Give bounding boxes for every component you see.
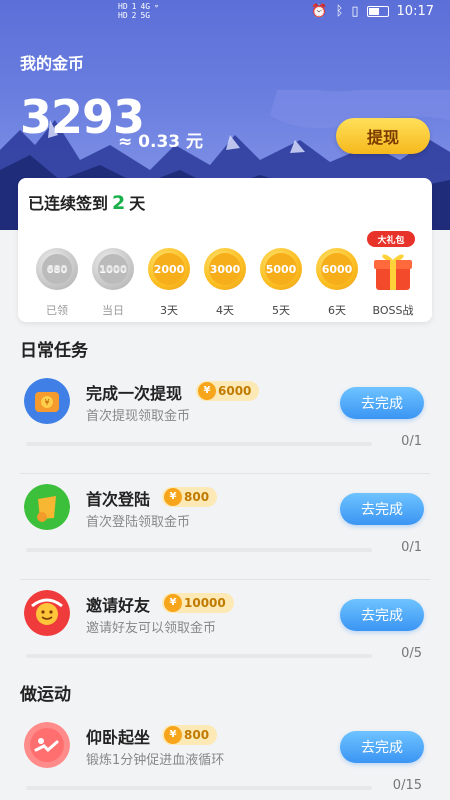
daily-tasks-heading: 日常任务: [20, 341, 88, 361]
battery-icon: [366, 6, 389, 17]
page-title: 我的金币: [20, 54, 85, 73]
reward-badge: ¥800: [162, 487, 218, 507]
gift-box-icon: [374, 254, 412, 290]
coin-icon: 2000: [148, 248, 190, 290]
coin-icon: 1000: [92, 248, 134, 290]
task-name: 完成一次提现: [86, 384, 183, 403]
day-value: 2000: [153, 253, 185, 285]
checkin-day-3[interactable]: 2000 3天: [147, 248, 191, 318]
situp-icon: [24, 722, 70, 768]
day-label: 4天: [216, 304, 234, 317]
day-label: 3天: [160, 304, 178, 317]
progress-count: 0/1: [401, 434, 422, 449]
day-value: 680: [42, 254, 72, 284]
day-value: 1000: [98, 254, 128, 284]
coin-icon: 6000: [316, 248, 358, 290]
status-bar: HD 1 4G ⌔ HD 2 5G ⏰ ᛒ ▯ 10:17: [0, 0, 450, 26]
reward-amount: 800: [184, 728, 210, 742]
task-desc: 首次提现领取金币: [86, 409, 191, 424]
progress-count: 0/1: [401, 540, 422, 555]
task-desc: 邀请好友可以领取金币: [86, 621, 217, 636]
network-indicators: HD 1 4G ⌔ HD 2 5G: [118, 2, 163, 20]
task-desc: 锻炼1分钟促进血液循环: [86, 753, 225, 768]
day-label: BOSS战: [372, 304, 414, 317]
day-value: 3000: [209, 253, 241, 285]
yen-coin-icon: ¥: [164, 726, 182, 744]
hd-icon-2: HD: [118, 11, 128, 20]
bluetooth-icon: ᛒ: [335, 4, 344, 19]
checkin-day-2[interactable]: 1000 当日: [91, 248, 135, 318]
day-label: 已领: [46, 304, 68, 317]
yen-coin-icon: ¥: [164, 488, 182, 506]
checkin-boss[interactable]: 大礼包 BOSS战: [367, 231, 417, 318]
login-icon: [24, 484, 70, 530]
progress-bar: [26, 654, 372, 658]
task-withdraw: ¥ 完成一次提现 ¥6000 首次提现领取金币 去完成 0/1: [20, 368, 430, 474]
task-desc: 首次登陆领取金币: [86, 515, 191, 530]
wifi-icon: ⌔: [154, 2, 159, 11]
day-label: 6天: [328, 304, 346, 317]
invite-icon: [24, 590, 70, 636]
complete-button[interactable]: 去完成: [340, 599, 424, 631]
complete-button[interactable]: 去完成: [340, 387, 424, 419]
checkin-suffix: 天: [129, 194, 146, 213]
day-value: 6000: [321, 253, 353, 285]
sim-1-icon: 1: [131, 2, 137, 11]
reward-amount: 6000: [218, 384, 252, 398]
complete-button[interactable]: 去完成: [340, 493, 424, 525]
checkin-day-6[interactable]: 6000 6天: [315, 248, 359, 318]
checkin-streak: 已连续签到 2 天: [28, 190, 145, 214]
vibrate-icon: ▯: [351, 4, 359, 19]
checkin-day-4[interactable]: 3000 4天: [203, 248, 247, 318]
streak-days: 2: [112, 192, 126, 214]
reward-amount: 10000: [184, 596, 226, 610]
task-invite-friends: 邀请好友 ¥10000 邀请好友可以领取金币 去完成 0/5: [20, 580, 430, 686]
withdraw-button[interactable]: 提现: [336, 118, 430, 154]
task-name: 首次登陆: [86, 490, 151, 509]
alarm-icon: ⏰: [311, 4, 328, 19]
sim-2-icon: 2: [131, 11, 137, 20]
checkin-prefix: 已连续签到: [28, 194, 109, 213]
checkin-day-5[interactable]: 5000 5天: [259, 248, 303, 318]
5g-icon: 5G: [140, 11, 151, 20]
reward-badge: ¥10000: [162, 593, 234, 613]
progress-bar: [26, 548, 372, 552]
task-situps: 仰卧起坐 ¥800 锻炼1分钟促进血液循环 去完成 0/15: [20, 712, 430, 800]
svg-text:¥: ¥: [44, 398, 49, 407]
hd-icon: HD: [118, 2, 128, 11]
progress-bar: [26, 442, 372, 446]
progress-bar: [26, 786, 372, 790]
complete-button[interactable]: 去完成: [340, 731, 424, 763]
task-name: 仰卧起坐: [86, 728, 151, 747]
progress-count: 0/5: [401, 646, 422, 661]
wallet-icon: ¥: [24, 378, 70, 424]
reward-amount: 800: [184, 490, 210, 504]
cash-equivalent: ≈ 0.33 元: [118, 132, 204, 152]
coin-icon: 3000: [204, 248, 246, 290]
reward-badge: ¥800: [162, 725, 218, 745]
checkin-card: 已连续签到 2 天 680 已领 1000 当日 2000 3天 3000 4天 5…: [18, 178, 432, 322]
task-name: 邀请好友: [86, 596, 151, 615]
reward-badge: ¥6000: [196, 381, 260, 401]
gift-badge: 大礼包: [367, 231, 415, 247]
coin-icon: 680: [36, 248, 78, 290]
exercise-heading: 做运动: [20, 685, 71, 705]
checkin-day-1[interactable]: 680 已领: [35, 248, 79, 318]
day-label: 5天: [272, 304, 290, 317]
task-first-login: 首次登陆 ¥800 首次登陆领取金币 去完成 0/1: [20, 474, 430, 580]
yen-coin-icon: ¥: [198, 382, 216, 400]
day-value: 5000: [265, 253, 297, 285]
coin-icon: 5000: [260, 248, 302, 290]
day-label: 当日: [102, 304, 124, 317]
clock-time: 10:17: [396, 4, 434, 19]
progress-count: 0/15: [392, 778, 422, 793]
4g-icon: 4G: [140, 2, 151, 11]
yen-coin-icon: ¥: [164, 594, 182, 612]
